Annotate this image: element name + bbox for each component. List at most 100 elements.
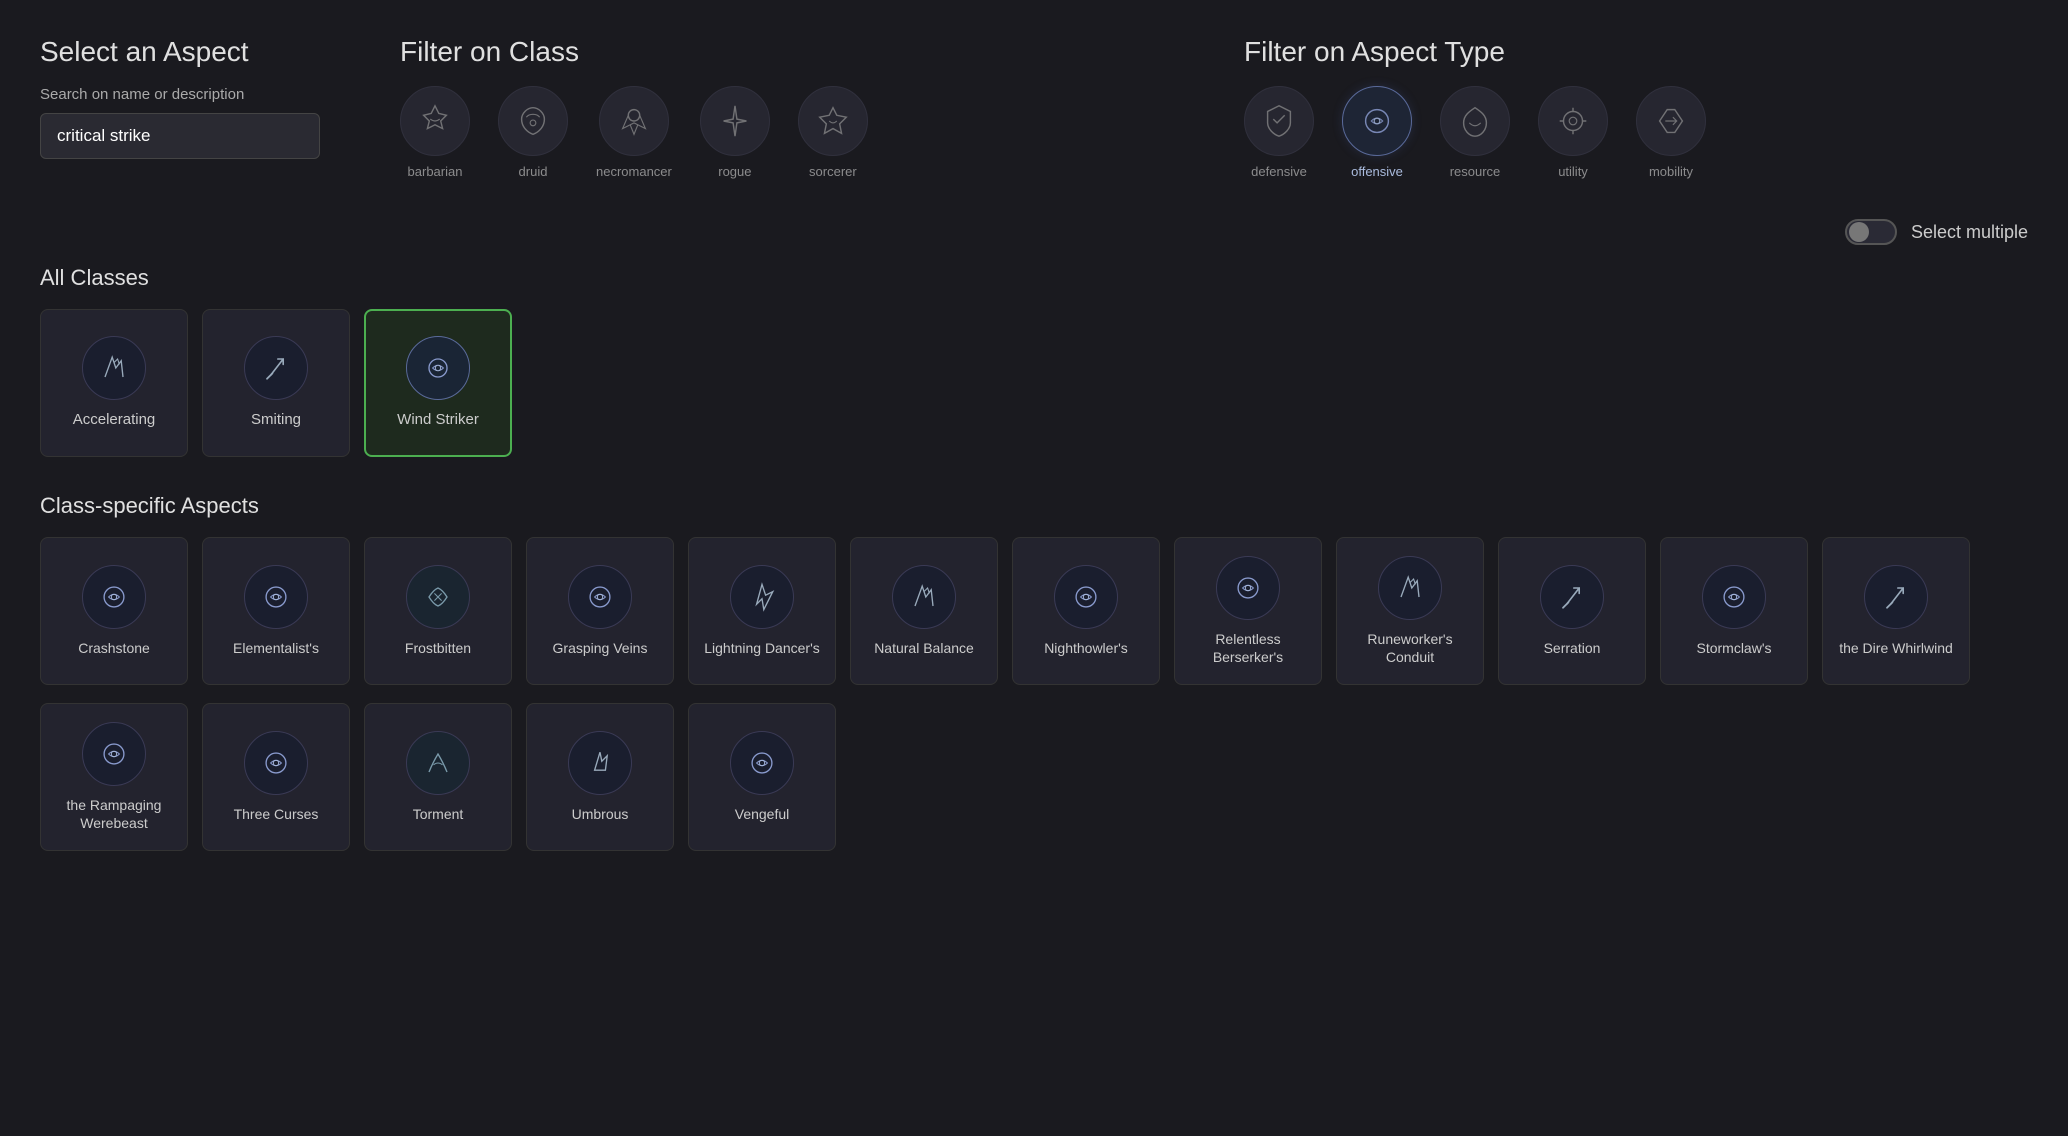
wind-striker-icon [420, 350, 456, 386]
natural-balance-svg [906, 579, 942, 615]
aspect-card-natural-balance[interactable]: Natural Balance [850, 537, 998, 685]
filter-class-title: Filter on Class [400, 36, 1184, 68]
aspect-type-resource[interactable]: resource [1440, 86, 1510, 179]
resource-label: resource [1450, 164, 1501, 179]
vengeful-name: Vengeful [735, 805, 790, 823]
aspect-card-torment[interactable]: Torment [364, 703, 512, 851]
serration-icon [1540, 565, 1604, 629]
class-filter-druid[interactable]: druid [498, 86, 568, 179]
sorcerer-icon [814, 102, 852, 140]
select-multiple-label: Select multiple [1911, 222, 2028, 243]
class-filter-rogue[interactable]: rogue [700, 86, 770, 179]
class-filter-necromancer[interactable]: necromancer [596, 86, 672, 179]
class-filter-sorcerer[interactable]: sorcerer [798, 86, 868, 179]
crashstone-icon [82, 565, 146, 629]
aspect-card-umbrous[interactable]: Umbrous [526, 703, 674, 851]
mobility-icon [1652, 102, 1690, 140]
class-filter-barbarian[interactable]: barbarian [400, 86, 470, 179]
class-specific-title: Class-specific Aspects [40, 493, 2028, 519]
mobility-label: mobility [1649, 164, 1693, 179]
aspect-card-relentless-berserkers[interactable]: Relentless Berserker's [1174, 537, 1322, 685]
three-curses-svg [258, 745, 294, 781]
aspect-card-vengeful[interactable]: Vengeful [688, 703, 836, 851]
frostbitten-icon [406, 565, 470, 629]
elementalists-icon [244, 565, 308, 629]
elementalists-svg [258, 579, 294, 615]
the-dire-whirlwind-name: the Dire Whirlwind [1839, 639, 1953, 657]
aspect-card-runeworkers-conduit[interactable]: Runeworker's Conduit [1336, 537, 1484, 685]
aspect-card-wind-striker[interactable]: Wind Striker [364, 309, 512, 457]
crashstone-name: Crashstone [78, 639, 150, 657]
aspect-card-serration[interactable]: Serration [1498, 537, 1646, 685]
aspect-card-elementalists[interactable]: Elementalist's [202, 537, 350, 685]
barbarian-label: barbarian [408, 164, 463, 179]
aspect-type-utility[interactable]: utility [1538, 86, 1608, 179]
aspect-card-smiting[interactable]: Smiting [202, 309, 350, 457]
the-dire-whirlwind-icon [1864, 565, 1928, 629]
wind-striker-icon-wrap [406, 336, 470, 400]
aspect-card-stormclaws[interactable]: Stormclaw's [1660, 537, 1808, 685]
runeworkers-conduit-name: Runeworker's Conduit [1349, 630, 1471, 666]
nighthowlers-svg [1068, 579, 1104, 615]
offensive-icon-svg [1358, 102, 1396, 140]
aspect-card-frostbitten[interactable]: Frostbitten [364, 537, 512, 685]
torment-icon [406, 731, 470, 795]
all-classes-section: All Classes Accelerating Smiting [40, 265, 2028, 457]
three-curses-icon [244, 731, 308, 795]
relentless-berserkers-icon [1216, 556, 1280, 620]
natural-balance-icon [892, 565, 956, 629]
aspect-card-grasping-veins[interactable]: Grasping Veins [526, 537, 674, 685]
rogue-icon-circle [700, 86, 770, 156]
necromancer-icon [615, 102, 653, 140]
aspect-type-defensive[interactable]: defensive [1244, 86, 1314, 179]
aspect-card-three-curses[interactable]: Three Curses [202, 703, 350, 851]
nighthowlers-name: Nighthowler's [1044, 639, 1128, 657]
smiting-name: Smiting [251, 410, 301, 430]
utility-label: utility [1558, 164, 1588, 179]
lightning-dancers-svg [744, 579, 780, 615]
aspect-type-filter-group: defensive offensive [1244, 86, 2028, 179]
relentless-berserkers-svg [1230, 570, 1266, 606]
resource-icon-circle [1440, 86, 1510, 156]
aspect-card-nighthowlers[interactable]: Nighthowler's [1012, 537, 1160, 685]
necromancer-label: necromancer [596, 164, 672, 179]
natural-balance-name: Natural Balance [874, 639, 974, 657]
grasping-veins-icon [568, 565, 632, 629]
the-rampaging-werebeast-svg [96, 736, 132, 772]
aspect-card-crashstone[interactable]: Crashstone [40, 537, 188, 685]
necromancer-icon-circle [599, 86, 669, 156]
aspect-card-the-rampaging-werebeast[interactable]: the Rampaging Werebeast [40, 703, 188, 851]
all-classes-grid: Accelerating Smiting Wind Striker [40, 309, 2028, 457]
aspect-type-mobility[interactable]: mobility [1636, 86, 1706, 179]
smiting-icon-wrap [244, 336, 308, 400]
defensive-icon [1260, 102, 1298, 140]
wind-striker-name: Wind Striker [397, 410, 479, 430]
lightning-dancers-icon [730, 565, 794, 629]
runeworkers-conduit-svg [1392, 570, 1428, 606]
utility-icon-circle [1538, 86, 1608, 156]
umbrous-svg [582, 745, 618, 781]
aspect-type-offensive[interactable]: offensive [1342, 86, 1412, 179]
barbarian-icon-circle [400, 86, 470, 156]
select-multiple-toggle[interactable] [1845, 219, 1897, 245]
three-curses-name: Three Curses [234, 805, 319, 823]
torment-svg [420, 745, 456, 781]
the-dire-whirlwind-svg [1878, 579, 1914, 615]
the-rampaging-werebeast-icon [82, 722, 146, 786]
all-classes-title: All Classes [40, 265, 2028, 291]
aspect-card-accelerating[interactable]: Accelerating [40, 309, 188, 457]
serration-name: Serration [1544, 639, 1601, 657]
aspect-card-the-dire-whirlwind[interactable]: the Dire Whirlwind [1822, 537, 1970, 685]
vengeful-icon [730, 731, 794, 795]
sorcerer-label: sorcerer [809, 164, 857, 179]
rogue-label: rogue [718, 164, 751, 179]
search-input[interactable] [40, 113, 320, 159]
aspect-card-lightning-dancers[interactable]: Lightning Dancer's [688, 537, 836, 685]
relentless-berserkers-name: Relentless Berserker's [1187, 630, 1309, 666]
grasping-veins-name: Grasping Veins [553, 639, 648, 657]
torment-name: Torment [413, 805, 464, 823]
rogue-icon [716, 102, 754, 140]
offensive-icon-circle [1342, 86, 1412, 156]
search-label: Search on name or description [40, 86, 340, 103]
page-title: Select an Aspect [40, 36, 340, 68]
